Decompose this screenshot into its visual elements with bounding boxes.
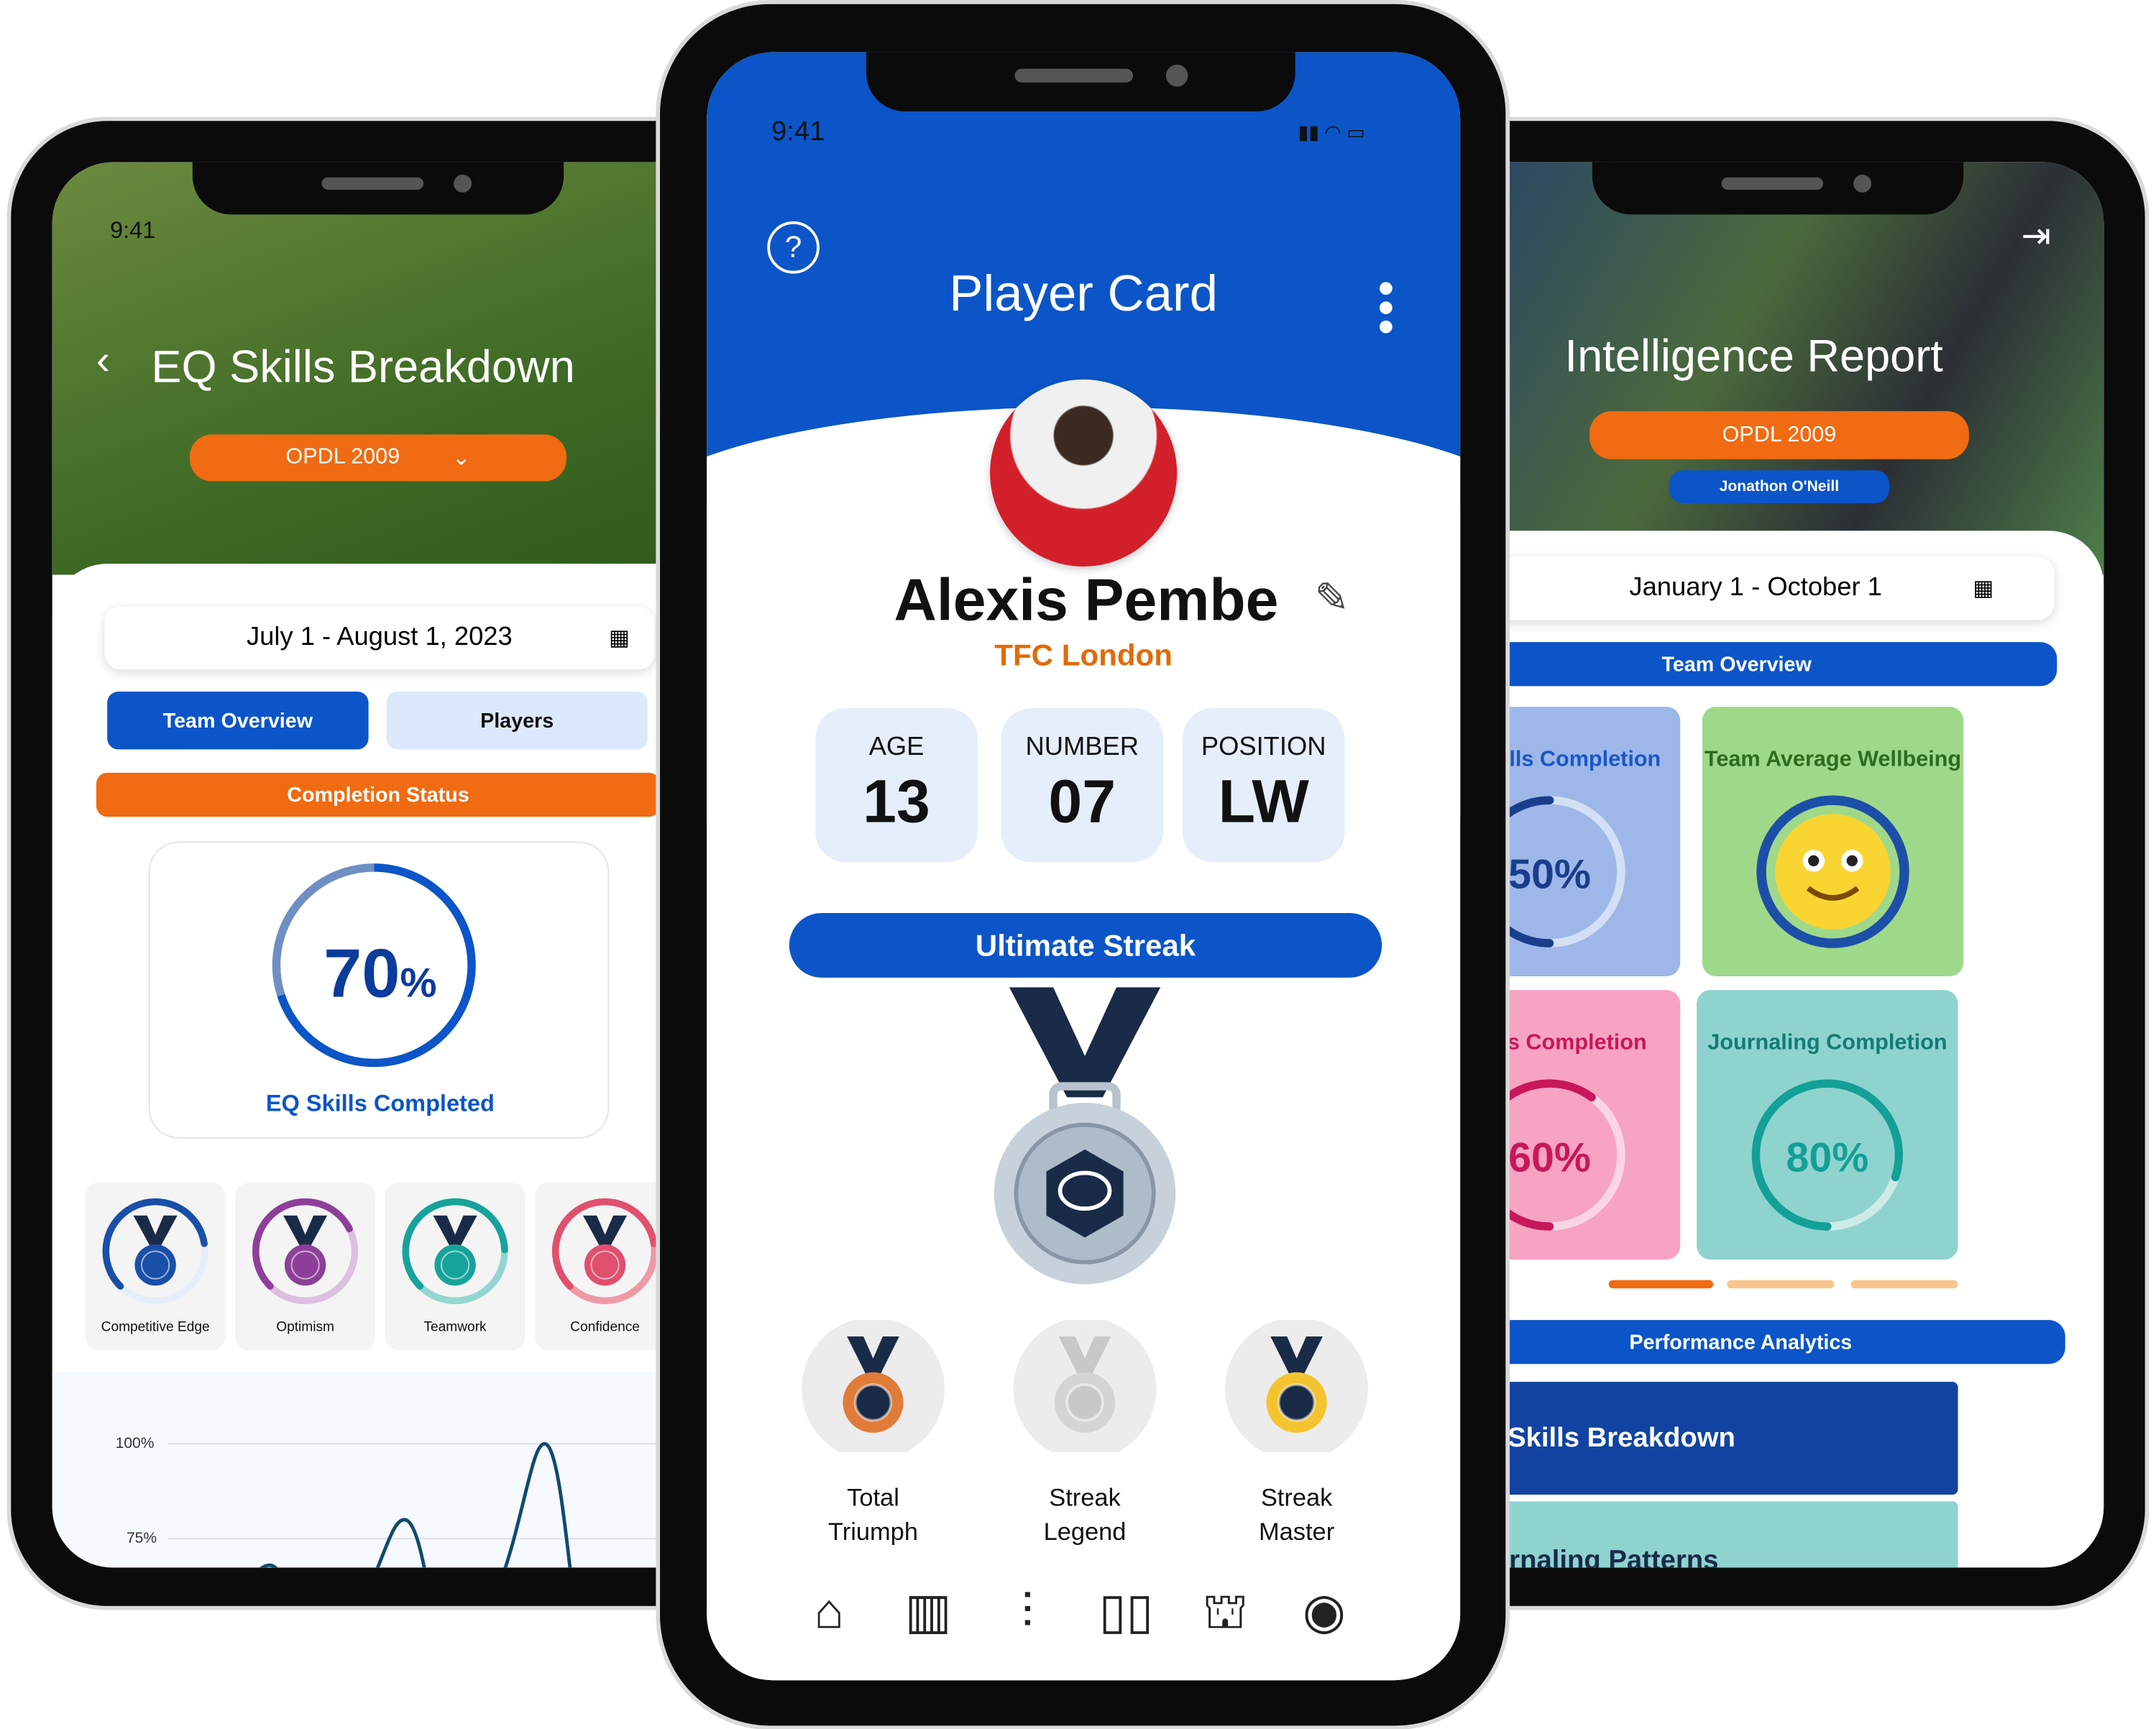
tile-title: Journaling Completion [1707, 1031, 1948, 1055]
skill-medal-icon [402, 1198, 508, 1305]
date-range-text: January 1 - October 1 [1629, 573, 1882, 602]
skill-label: Optimism [276, 1320, 334, 1336]
stat-position: POSITION LW [1182, 707, 1345, 863]
notch [192, 162, 564, 215]
left-screen: 9:41 ‹ EQ Skills Breakdown OPDL 2009 ⌄ Ju… [52, 162, 740, 1568]
team-selector[interactable]: OPDL 2009 ⌄ [189, 434, 566, 482]
ultimate-streak-banner: Ultimate Streak [789, 912, 1382, 978]
badge-medal-icon [802, 1317, 945, 1461]
stat-label: AGE [868, 733, 925, 762]
date-range-field[interactable]: July 1 - August 1, 2023 ▦ [104, 606, 655, 670]
battery-icon: ▮▮ ◠ ▭ [1298, 121, 1365, 143]
book-icon[interactable]: ▯▯ [1094, 1582, 1157, 1646]
skill-medal-icon [551, 1198, 659, 1305]
smiley-face-icon [1756, 795, 1909, 948]
overview-tile[interactable]: Team Average Wellbeing [1702, 707, 1964, 976]
chart-icon[interactable]: ▥ [896, 1582, 960, 1646]
ultimate-streak-medal-icon [994, 987, 1176, 1285]
completion-value: 70 [324, 935, 400, 1012]
stat-label: NUMBER [1025, 733, 1139, 762]
calendar-icon[interactable]: ▦ [609, 624, 630, 651]
home-icon[interactable]: ⌂ [797, 1582, 861, 1646]
status-time: 9:41 [771, 116, 825, 147]
section-completion-status: Completion Status [96, 772, 661, 817]
notch [866, 52, 1295, 111]
chevron-down-icon: ⌄ [451, 446, 471, 471]
stat-label: POSITION [1201, 733, 1326, 762]
avatar [990, 379, 1178, 567]
stat-value: 07 [1048, 769, 1116, 836]
badge-medal-icon [1225, 1317, 1369, 1461]
skill-label: Confidence [570, 1320, 640, 1336]
skill-label: Teamwork [423, 1320, 487, 1336]
stat-value: LW [1218, 769, 1309, 836]
team-label: OPDL 2009 [285, 445, 400, 469]
stat-number: NUMBER 07 [1001, 707, 1164, 863]
podium-icon[interactable]: ⛫ [1193, 1582, 1257, 1646]
badge-label: Total Triumph [827, 1483, 918, 1546]
back-icon[interactable]: ‹ [96, 338, 110, 385]
sliders-icon[interactable]: ⫶ [996, 1582, 1059, 1646]
skill-card[interactable]: Competitive Edge [85, 1182, 226, 1351]
badge[interactable]: Streak Legend [1009, 1317, 1160, 1549]
badge-label: Streak Legend [1043, 1483, 1127, 1546]
section-team-overview: Team Overview [1416, 642, 2058, 687]
status-time: 9:41 [110, 217, 156, 244]
skill-medal-icon [252, 1198, 359, 1305]
stat-age: AGE 13 [815, 707, 978, 863]
completion-ring: 80% [1751, 1079, 1904, 1231]
skill-card[interactable]: Optimism [235, 1182, 376, 1351]
page-title: EQ Skills Breakdown [151, 341, 575, 393]
club-name: TFC London [994, 638, 1173, 673]
more-options-icon[interactable]: • • • [1377, 265, 1395, 351]
carousel-dot-active[interactable] [1608, 1280, 1714, 1289]
tile-value: 80% [1786, 1135, 1868, 1181]
stat-value: 13 [863, 769, 930, 836]
edit-icon[interactable]: ✎ [1314, 574, 1349, 623]
tile-value: 60% [1508, 1135, 1591, 1181]
coach-selector[interactable]: Jonathon O'Neill [1669, 470, 1889, 504]
profile-icon[interactable]: ◉ [1293, 1582, 1356, 1646]
skill-card[interactable]: Confidence [535, 1182, 676, 1351]
overview-tile[interactable]: Journaling Completion 80% [1697, 990, 1958, 1260]
skill-label: Competitive Edge [101, 1320, 210, 1336]
center-phone: 9:41 ▮▮ ◠ ▭ ? Player Card • • • Alexis Pem… [660, 4, 1506, 1726]
carousel-dot[interactable] [1850, 1280, 1958, 1289]
notch [1592, 162, 1964, 215]
completion-card: 70% EQ Skills Completed [148, 841, 610, 1139]
trend-series-line [260, 1441, 572, 1568]
tab-team-overview[interactable]: Team Overview [107, 692, 369, 750]
completion-caption: EQ Skills Completed [265, 1090, 495, 1117]
completion-unit: % [400, 960, 437, 1007]
logout-icon[interactable]: ⇥ [2022, 214, 2052, 257]
trend-line-chart [168, 1441, 658, 1568]
center-screen: 9:41 ▮▮ ◠ ▭ ? Player Card • • • Alexis Pem… [707, 52, 1461, 1681]
badge-medal-icon [1013, 1317, 1157, 1461]
badge[interactable]: Total Triumph [797, 1317, 948, 1549]
skill-card[interactable]: Teamwork [385, 1182, 526, 1351]
right-screen: ⇥ Intelligence Report OPDL 2009 Jonathon… [1416, 162, 2104, 1568]
page-title: Player Card [949, 265, 1218, 322]
date-range-field[interactable]: January 1 - October 1 ▦ [1416, 556, 2055, 620]
date-range-text: July 1 - August 1, 2023 [247, 623, 513, 652]
badge-label: Streak Master [1258, 1483, 1335, 1546]
section-performance-analytics: Performance Analytics [1416, 1320, 2065, 1365]
tab-players[interactable]: Players [386, 692, 648, 750]
team-selector[interactable]: OPDL 2009 [1589, 411, 1969, 459]
tile-title: Team Average Wellbeing [1704, 748, 1962, 771]
badge[interactable]: Streak Master [1221, 1317, 1372, 1549]
calendar-icon[interactable]: ▦ [1973, 574, 1994, 602]
carousel-dot[interactable] [1727, 1280, 1835, 1289]
skill-medal-icon [102, 1198, 208, 1305]
page-title: Intelligence Report [1564, 330, 1943, 381]
tile-value: 50% [1508, 852, 1591, 898]
